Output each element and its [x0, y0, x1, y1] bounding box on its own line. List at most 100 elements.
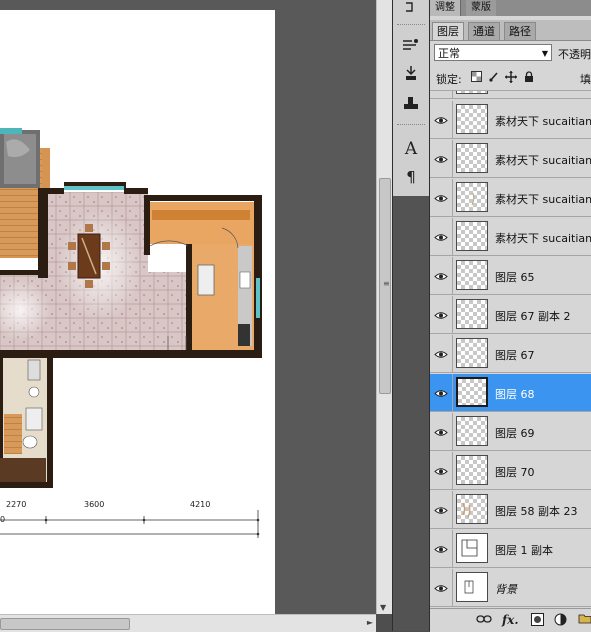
layer-row[interactable]: 背景	[430, 569, 591, 607]
scroll-grip-icon: ≡	[383, 279, 390, 288]
fx-icon[interactable]: fx.	[502, 613, 519, 627]
tool-presets-icon[interactable]	[399, 92, 423, 114]
lock-label: 锁定:	[436, 73, 462, 86]
layer-thumbnail	[456, 377, 488, 407]
layer-row[interactable]: 图层 69	[430, 413, 591, 451]
history-icon[interactable]	[399, 0, 423, 18]
eye-icon[interactable]	[430, 530, 453, 568]
tool-separator	[397, 124, 425, 127]
eye-icon[interactable]	[430, 374, 453, 412]
blend-mode-row: 正常 ▼ 不透明	[430, 41, 591, 65]
canvas-vertical-scrollbar[interactable]: ≡ ▼	[376, 0, 392, 614]
layer-row[interactable]: 素材天下 sucaitianx	[430, 179, 591, 217]
tab-channels[interactable]: 通道	[468, 22, 500, 40]
link-icon[interactable]	[476, 613, 492, 627]
layer-row[interactable]: 素材天下 sucaitianx	[430, 101, 591, 139]
blend-mode-select[interactable]: 正常 ▼	[434, 44, 552, 61]
dimension-label-partial: 0	[0, 515, 6, 524]
panel-tools-strip: A ¶	[392, 0, 430, 631]
eye-icon[interactable]	[430, 569, 453, 607]
eye-icon[interactable]	[430, 296, 453, 334]
tab-paths[interactable]: 路径	[504, 22, 536, 40]
layer-row-selected[interactable]: 图层 68	[430, 374, 591, 412]
canvas-vertical-scroll-thumb[interactable]: ≡	[379, 178, 391, 394]
layer-row[interactable]: 图层 1 副本	[430, 530, 591, 568]
adjustments-tabbar: 调整 蒙版	[430, 0, 591, 16]
scroll-down-arrow-icon[interactable]: ▼	[380, 603, 386, 612]
lock-all-icon[interactable]	[523, 71, 535, 83]
eye-icon[interactable]	[430, 91, 453, 99]
canvas-horizontal-scroll-thumb[interactable]	[0, 618, 130, 630]
eye-icon[interactable]	[430, 140, 453, 178]
eye-icon[interactable]	[430, 101, 453, 139]
layer-row[interactable]: 图层 70	[430, 452, 591, 490]
layer-thumbnail	[456, 221, 488, 251]
layer-name[interactable]: 背景	[495, 581, 517, 597]
eye-icon[interactable]	[430, 335, 453, 373]
layer-name[interactable]: 素材天下 sucaitianx	[495, 191, 591, 207]
layer-thumbnail	[456, 494, 488, 524]
layers-tabbar: 图层 通道 路径	[430, 20, 591, 41]
dimension-label: 3600	[84, 500, 105, 509]
paragraph-icon[interactable]: ¶	[399, 166, 423, 188]
document-page[interactable]: 2270 3600 4210 0	[0, 10, 275, 614]
dimension-label: 2270	[6, 500, 27, 509]
layers-list[interactable]: 素材天下 sucaitianx 素材天下 sucaitianx 素材天下 suc…	[430, 91, 591, 608]
layer-row[interactable]: 素材天下 sucaitianx	[430, 218, 591, 256]
layer-thumbnail	[456, 533, 488, 563]
lock-transparent-pixels-icon[interactable]	[470, 71, 482, 83]
layer-row[interactable]: 图层 65	[430, 257, 591, 295]
eye-icon[interactable]	[430, 491, 453, 529]
layer-thumbnail	[456, 455, 488, 485]
canvas-horizontal-scrollbar[interactable]: ►	[0, 614, 376, 632]
clone-source-icon[interactable]	[399, 62, 423, 84]
layer-name[interactable]: 图层 58 副本 23	[495, 503, 577, 519]
tab-masks[interactable]: 蒙版	[466, 0, 496, 16]
lock-position-icon[interactable]	[505, 71, 517, 83]
lock-row: 锁定: 填	[430, 66, 591, 91]
layer-name[interactable]: 图层 65	[495, 269, 535, 285]
layer-name[interactable]: 素材天下 sucaitianx	[495, 113, 591, 129]
layer-row[interactable]: 图层 58 副本 23	[430, 491, 591, 529]
eye-icon[interactable]	[430, 218, 453, 256]
tab-layers[interactable]: 图层	[432, 22, 464, 40]
lock-image-pixels-icon[interactable]	[488, 71, 500, 83]
mask-icon[interactable]	[531, 613, 544, 629]
layer-name[interactable]: 图层 67 副本 2	[495, 308, 571, 324]
layer-name[interactable]: 图层 68	[495, 386, 535, 402]
layer-row[interactable]: 素材天下 sucaitianx	[430, 140, 591, 178]
layer-name[interactable]: 图层 67	[495, 347, 535, 363]
layer-row-partial[interactable]	[430, 91, 591, 99]
layer-thumbnail	[456, 260, 488, 290]
tool-separator	[397, 24, 425, 27]
panel-icons-dock: A ¶	[393, 0, 429, 196]
layer-row[interactable]: 图层 67	[430, 335, 591, 373]
layer-thumbnail	[456, 416, 488, 446]
layer-name[interactable]: 图层 70	[495, 464, 535, 480]
scroll-right-arrow-icon[interactable]: ►	[367, 618, 373, 627]
layer-thumbnail	[456, 143, 488, 173]
layer-name[interactable]: 图层 1 副本	[495, 542, 553, 558]
new-group-icon[interactable]	[578, 613, 591, 627]
eye-icon[interactable]	[430, 257, 453, 295]
layer-thumbnail	[456, 182, 488, 212]
eye-icon[interactable]	[430, 413, 453, 451]
layer-thumbnail	[456, 91, 488, 94]
layer-thumbnail	[456, 572, 488, 602]
layer-name[interactable]: 素材天下 sucaitianx	[495, 152, 591, 168]
layer-name[interactable]: 素材天下 sucaitianx	[495, 230, 591, 246]
eye-icon[interactable]	[430, 179, 453, 217]
layer-name[interactable]: 图层 69	[495, 425, 535, 441]
fill-label: 填	[580, 73, 591, 86]
tab-adjustments[interactable]: 调整	[430, 0, 461, 16]
adjustment-icon[interactable]	[554, 613, 567, 629]
eye-icon[interactable]	[430, 452, 453, 490]
layer-thumbnail	[456, 299, 488, 329]
layer-row[interactable]: 图层 67 副本 2	[430, 296, 591, 334]
character-icon[interactable]: A	[399, 138, 423, 160]
layer-thumbnail	[456, 338, 488, 368]
blend-mode-value: 正常	[438, 47, 460, 60]
document-canvas-area[interactable]: 2270 3600 4210 0	[0, 0, 376, 614]
opacity-label: 不透明	[558, 48, 591, 61]
brush-presets-icon[interactable]	[399, 34, 423, 56]
